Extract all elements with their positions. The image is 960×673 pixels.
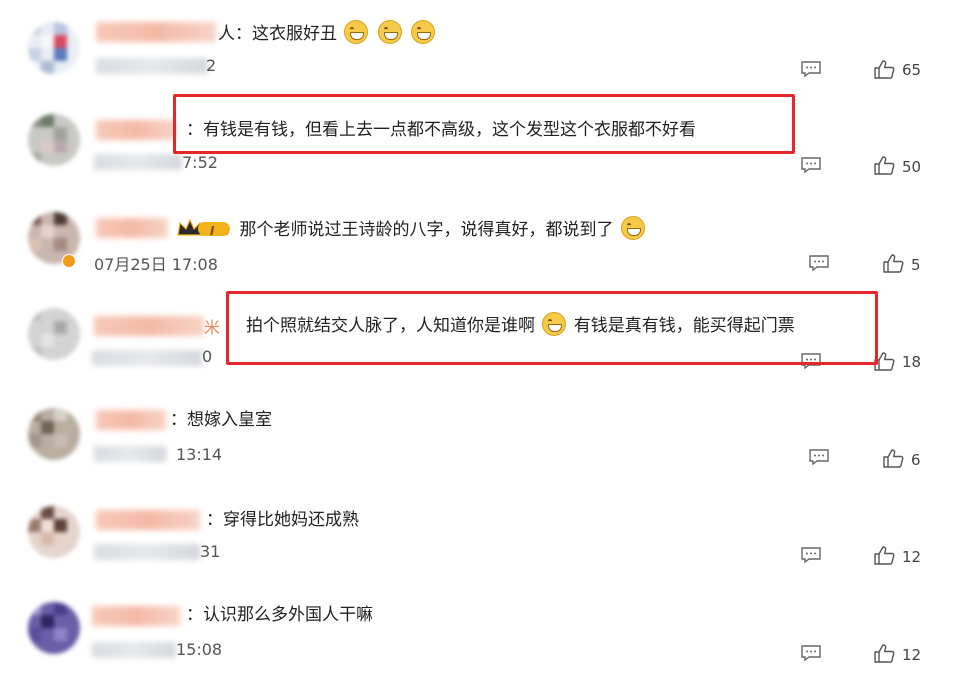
like-count: 12 [902,646,922,664]
username[interactable] [94,316,204,336]
thumbs-up-icon[interactable] [882,252,904,274]
timestamp-blur [94,154,182,170]
like-count: 65 [902,61,922,79]
avatar[interactable] [28,114,80,166]
comment-item: 人：这衣服好丑 2 65 [0,0,960,98]
highlight-box [173,94,795,154]
thumbs-up-icon[interactable] [873,544,895,566]
avatar[interactable] [28,408,80,460]
timestamp: 2 [206,56,217,75]
grin-emoji-icon [377,20,402,44]
crown-badge-icon [176,217,232,239]
username[interactable] [96,218,168,238]
timestamp: 13:14 [176,445,223,464]
thumbs-up-icon[interactable] [882,447,904,469]
avatar[interactable] [28,506,80,558]
comment-text: I ：那个老师说过王诗龄的八字，说得真好，都说到了 [176,216,647,243]
thumbs-up-icon[interactable] [873,154,895,176]
verified-badge-icon [62,254,76,268]
timestamp-blur [92,350,202,366]
comment-bubble-icon[interactable] [800,644,822,662]
comment-text: ：认识那么多外国人干嘛 [186,605,373,625]
username[interactable] [96,510,200,530]
timestamp: 15:08 [176,640,223,659]
comment-bubble-icon[interactable] [800,60,822,78]
timestamp: 07月25日 17:08 [94,255,218,274]
like-count: 12 [902,548,922,566]
comment-item: ：想嫁入皇室 13:14 6 [0,392,960,490]
like-count: 6 [911,451,921,469]
comment-text: 人：这衣服好丑 [218,20,437,46]
comment-bubble-icon[interactable] [800,546,822,564]
timestamp-blur [96,58,208,74]
comment-bubble-icon[interactable] [800,156,822,174]
comment-text: ：穿得比她妈还成熟 [206,510,359,530]
timestamp-blur [92,642,176,658]
timestamp-blur [94,446,166,462]
username[interactable] [96,120,176,140]
timestamp-blur [94,544,200,560]
username[interactable] [96,22,216,42]
comment-item: ：穿得比她妈还成熟 31 12 [0,490,960,588]
badge-label: I [210,224,215,238]
avatar[interactable] [28,22,80,74]
timestamp: 0 [202,347,213,366]
timestamp: 31 [200,542,221,561]
avatar[interactable] [28,602,80,654]
avatar[interactable] [28,308,80,360]
timestamp: 7:52 [182,153,218,172]
comment-item: ：认识那么多外国人干嘛 15:08 12 [0,586,960,673]
comment-item: I ：那个老师说过王诗龄的八字，说得真好，都说到了 07月25日 17:08 5 [0,196,960,294]
grin-emoji-icon [411,20,436,44]
like-count: 18 [902,353,922,371]
comment-bubble-icon[interactable] [808,254,830,272]
comment-text: ：想嫁入皇室 [170,410,272,430]
like-count: 5 [911,256,921,274]
username[interactable] [96,410,166,430]
pray-emoji-icon [620,216,645,240]
highlight-box [226,291,878,365]
username[interactable] [92,606,180,626]
comment-bubble-icon[interactable] [808,448,830,466]
name-suffix: 米 [204,318,221,337]
like-count: 50 [902,158,922,176]
thumbs-up-icon[interactable] [873,58,895,80]
thumbs-up-icon[interactable] [873,642,895,664]
grin-emoji-icon [344,20,369,44]
